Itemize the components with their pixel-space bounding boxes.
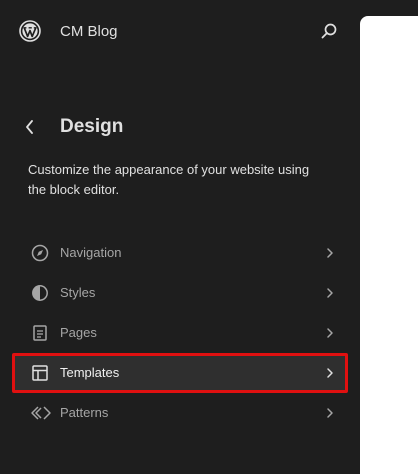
chevron-right-icon [324, 245, 336, 261]
nav-item-label: Patterns [60, 405, 109, 420]
design-nav-list: Navigation Styles Pages Templates Patter… [12, 233, 348, 433]
nav-item-label: Pages [60, 325, 97, 340]
nav-item-label: Styles [60, 285, 96, 300]
layout-icon [30, 363, 50, 383]
wordpress-icon[interactable] [19, 20, 41, 42]
nav-item-label: Navigation [60, 245, 122, 260]
nav-item-pages[interactable]: Pages [12, 313, 348, 353]
sidebar-header: Design [0, 108, 360, 148]
styles-icon [30, 283, 50, 303]
chevron-right-icon [324, 285, 336, 301]
chevron-right-icon [324, 405, 336, 421]
site-editor-sidebar: CM Blog Design Customize the appearance … [0, 0, 360, 474]
symbol-icon [30, 403, 51, 423]
nav-item-navigation[interactable]: Navigation [12, 233, 348, 273]
search-icon[interactable] [318, 20, 340, 42]
sidebar-topbar: CM Blog [0, 0, 360, 64]
page-title: Design [60, 116, 124, 137]
page-icon [30, 323, 50, 343]
site-title[interactable]: CM Blog [60, 22, 118, 42]
chevron-left-icon[interactable] [20, 117, 40, 137]
nav-item-patterns[interactable]: Patterns [12, 393, 348, 433]
sidebar-description: Customize the appearance of your website… [28, 162, 310, 197]
nav-item-label: Templates [60, 365, 120, 380]
editor-canvas-preview[interactable] [360, 16, 418, 474]
nav-item-styles[interactable]: Styles [12, 273, 348, 313]
nav-item-templates[interactable]: Templates [12, 353, 348, 393]
chevron-right-icon [324, 365, 336, 381]
navigation-icon [30, 243, 50, 263]
chevron-right-icon [324, 325, 336, 341]
